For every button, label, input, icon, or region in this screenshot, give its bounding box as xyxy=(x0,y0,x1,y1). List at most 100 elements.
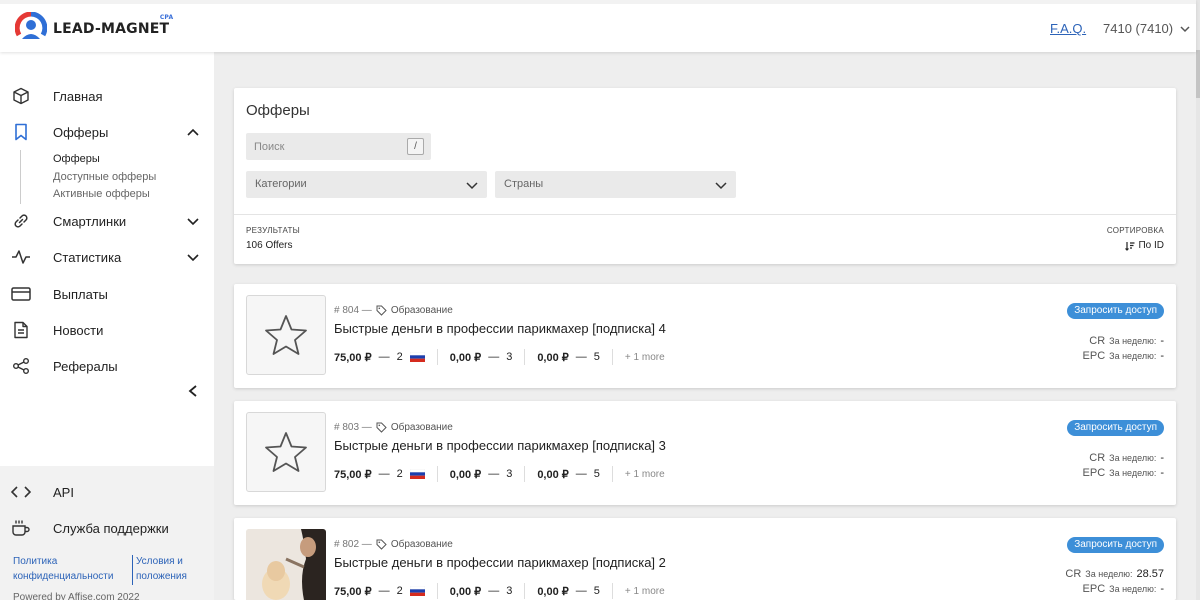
powered-by-text: Powered by Affise.com 2022 xyxy=(13,592,140,600)
sort-toggle[interactable]: По ID xyxy=(1125,240,1164,251)
offer-category: Образование xyxy=(390,422,453,433)
terms-link[interactable]: Условия и положения xyxy=(136,554,187,584)
offer-payouts: 75,00 ₽ —2 0,00 ₽ —3 0,00 ₽ —5 + 1 more xyxy=(334,466,665,482)
offer-card[interactable]: # 803 — Образование Быстрые деньги в про… xyxy=(234,401,1176,505)
chevron-down-icon[interactable] xyxy=(186,250,200,264)
divider xyxy=(436,349,438,365)
credit-card-icon xyxy=(11,284,31,304)
search-box[interactable]: / xyxy=(246,133,431,160)
offer-thumbnail-photo[interactable] xyxy=(246,529,326,600)
tag-icon xyxy=(376,305,387,316)
balance-dropdown[interactable]: 7410 (7410) xyxy=(1103,21,1191,36)
sidebar-item-label: Смартлинки xyxy=(53,213,127,229)
scrollbar-thumb[interactable] xyxy=(1196,50,1200,98)
epc-stat: EPC За неделю: - xyxy=(1083,583,1164,595)
epc-value: - xyxy=(1160,583,1164,595)
top-header: LEAD-MAGNET CPA F.A.Q. 7410 (7410) xyxy=(0,0,1196,52)
privacy-policy-link[interactable]: Политика конфиденциальности xyxy=(13,554,113,584)
sidebar-item-smartlinks[interactable]: Смартлинки xyxy=(0,207,214,235)
offer-title[interactable]: Быстрые деньги в профессии парикмахер [п… xyxy=(334,438,666,453)
sidebar-item-news[interactable]: Новости xyxy=(0,316,214,344)
collapse-sidebar-chevron-left-icon[interactable] xyxy=(186,384,200,398)
epc-period: За неделю: xyxy=(1109,584,1157,594)
search-input[interactable] xyxy=(246,133,396,160)
more-payouts-link[interactable]: + 1 more xyxy=(625,352,665,363)
divider xyxy=(611,583,613,599)
sort-label: СОРТИРОВКА xyxy=(1106,226,1164,235)
epc-stat: EPC За неделю: - xyxy=(1083,350,1164,362)
offer-card[interactable]: # 802 — Образование Быстрые деньги в про… xyxy=(234,518,1176,600)
categories-select[interactable]: Категории xyxy=(246,171,487,198)
share-icon xyxy=(11,356,31,376)
divider xyxy=(611,466,613,482)
epc-label: EPC xyxy=(1082,467,1106,479)
cube-icon xyxy=(11,86,31,106)
tag-icon xyxy=(376,539,387,550)
payout-goal: 2 xyxy=(396,468,403,480)
document-icon xyxy=(11,320,31,340)
logo-mark-icon xyxy=(14,11,48,44)
faq-link[interactable]: F.A.Q. xyxy=(1050,21,1086,36)
chevron-up-icon[interactable] xyxy=(186,125,200,139)
divider xyxy=(436,466,438,482)
cr-period: За неделю: xyxy=(1109,453,1157,463)
submenu-item-active-offers[interactable]: Активные офферы xyxy=(53,188,150,200)
more-payouts-link[interactable]: + 1 more xyxy=(625,586,665,597)
privacy-policy-line2: конфиденциальности xyxy=(13,571,114,582)
offer-thumbnail[interactable] xyxy=(246,412,326,492)
request-access-button[interactable]: Запросить доступ xyxy=(1067,420,1164,436)
results-label: РЕЗУЛЬТАТЫ xyxy=(246,226,301,235)
countries-select[interactable]: Страны xyxy=(495,171,736,198)
offer-thumbnail[interactable] xyxy=(246,295,326,375)
epc-stat: EPC За неделю: - xyxy=(1083,467,1164,479)
divider xyxy=(611,349,613,365)
sidebar-item-label: Главная xyxy=(53,88,103,104)
offer-category: Образование xyxy=(390,305,453,316)
more-payouts-link[interactable]: + 1 more xyxy=(625,469,665,480)
russia-flag-icon xyxy=(409,469,425,479)
sidebar-item-api[interactable]: API xyxy=(0,478,214,506)
sidebar-item-support[interactable]: Служба поддержки xyxy=(0,514,214,542)
payout-amount: 0,00 ₽ xyxy=(537,585,569,598)
payout-amount: 75,00 ₽ xyxy=(334,351,372,364)
sidebar-item-statistics[interactable]: Статистика xyxy=(0,243,214,271)
sidebar-item-offers[interactable]: Офферы xyxy=(0,118,214,146)
terms-line1: Условия и xyxy=(136,556,183,567)
sidebar-item-label: API xyxy=(53,484,74,500)
cr-period: За неделю: xyxy=(1085,569,1133,579)
offer-title[interactable]: Быстрые деньги в профессии парикмахер [п… xyxy=(334,555,666,570)
offer-card[interactable]: # 804 — Образование Быстрые деньги в про… xyxy=(234,284,1176,388)
cr-label: CR xyxy=(1089,452,1106,464)
divider xyxy=(524,583,526,599)
epc-label: EPC xyxy=(1082,583,1106,595)
sidebar-item-label: Выплаты xyxy=(53,286,108,302)
sidebar-item-home[interactable]: Главная xyxy=(0,82,214,110)
payout-goal: 5 xyxy=(593,585,600,597)
activity-icon xyxy=(11,247,31,267)
payout-item: 0,00 ₽ —5 xyxy=(537,468,600,481)
cr-stat: CR За неделю: - xyxy=(1089,452,1164,464)
logo[interactable]: LEAD-MAGNET CPA xyxy=(14,11,173,44)
epc-value: - xyxy=(1160,467,1164,479)
star-icon xyxy=(265,432,307,472)
request-access-button[interactable]: Запросить доступ xyxy=(1067,303,1164,319)
request-access-button[interactable]: Запросить доступ xyxy=(1067,537,1164,553)
submenu-item-available-offers[interactable]: Доступные офферы xyxy=(53,171,156,183)
sidebar-item-payouts[interactable]: Выплаты xyxy=(0,280,214,308)
chevron-down-icon[interactable] xyxy=(186,214,200,228)
offer-meta: # 803 — Образование xyxy=(334,422,453,433)
page-scrollbar[interactable] xyxy=(1196,0,1200,600)
hairdresser-photo-image xyxy=(246,529,326,600)
offer-id: # 803 — xyxy=(334,422,372,433)
payout-amount: 0,00 ₽ xyxy=(449,468,482,481)
sidebar-item-referrals[interactable]: Рефералы xyxy=(0,352,214,380)
code-icon xyxy=(11,482,31,502)
payout-goal: 3 xyxy=(506,585,513,597)
sort-value: По ID xyxy=(1138,240,1164,251)
offer-title[interactable]: Быстрые деньги в профессии парикмахер [п… xyxy=(334,321,666,336)
payout-goal: 2 xyxy=(396,585,403,597)
terms-line2: положения xyxy=(136,571,187,582)
submenu-item-offers[interactable]: Офферы xyxy=(53,153,100,165)
payout-goal: 2 xyxy=(396,351,403,363)
payout-item: 75,00 ₽ —2 xyxy=(334,351,437,364)
